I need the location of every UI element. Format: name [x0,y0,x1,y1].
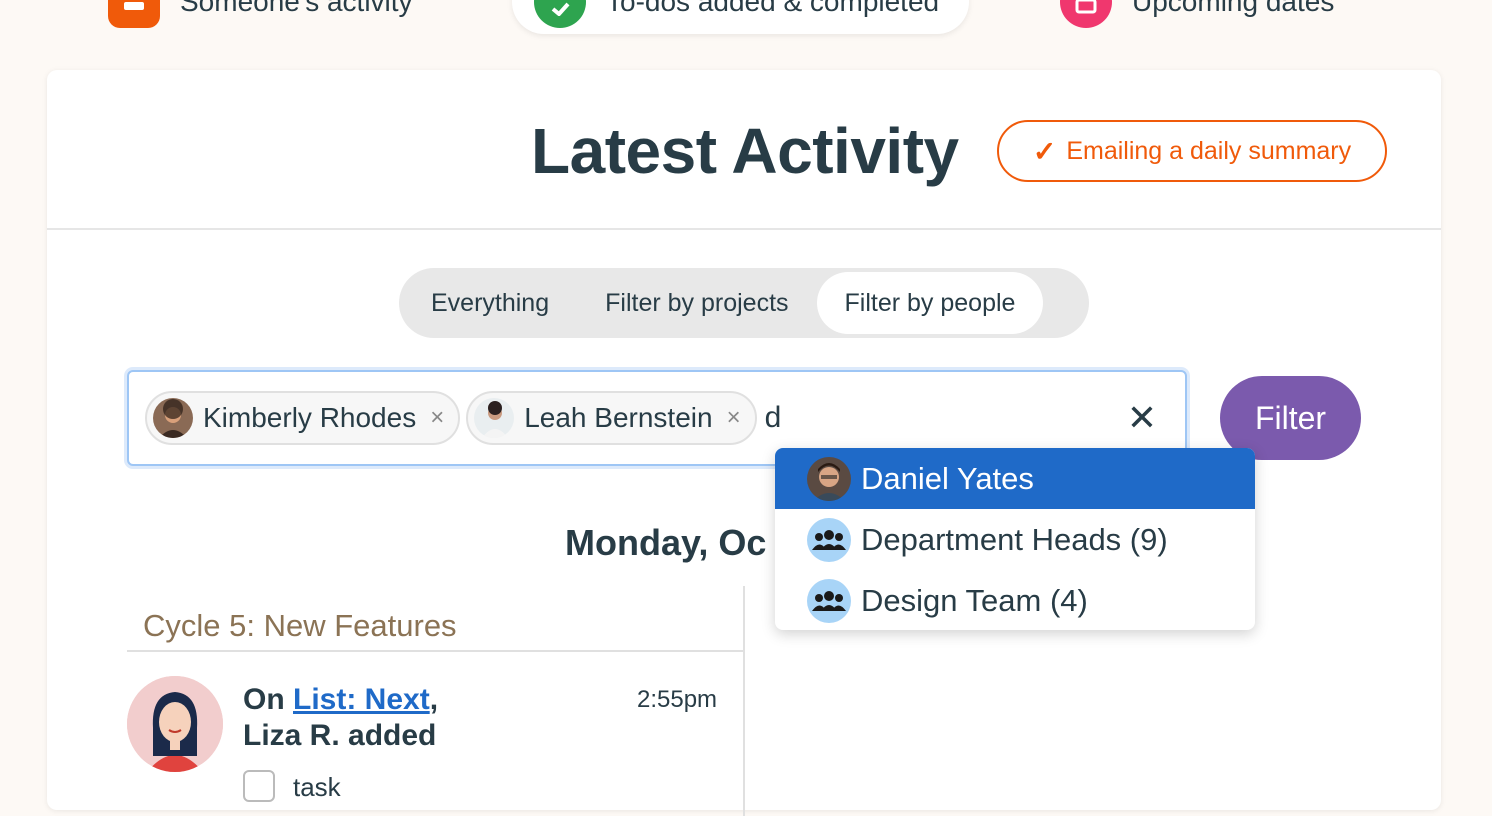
daily-summary-button[interactable]: ✓ Emailing a daily summary [997,120,1387,182]
checkmark-icon: ✓ [1032,135,1057,167]
people-search-text[interactable]: d [765,401,782,435]
group-icon [807,517,851,562]
suggestion-option[interactable]: Daniel Yates [775,448,1255,509]
column-divider [743,586,745,816]
task-label[interactable]: task [293,772,341,803]
entry-actor: Liza R. added [243,719,437,752]
suggestion-option[interactable]: Design Team (4) [775,570,1255,630]
clear-input-icon[interactable]: ✕ [1127,396,1157,440]
nav-item-label: Upcoming dates [1132,0,1335,17]
people-suggestions-dropdown: Daniel Yates Department Heads (9) Design… [775,448,1255,630]
page-title: Latest Activity [531,115,959,187]
remove-token-icon[interactable]: × [727,404,741,432]
avatar [807,456,851,501]
suggestion-label: Design Team (4) [861,582,1088,618]
day-heading: Monday, Oc [565,522,767,563]
list-link[interactable]: List: Next [293,683,430,716]
tab-filter-by-people[interactable]: Filter by people [816,272,1044,334]
tab-filter-by-projects[interactable]: Filter by projects [577,272,816,334]
avatar [474,398,515,438]
project-divider [127,650,744,652]
entry-time: 2:55pm [637,686,718,713]
suggestion-label: Daniel Yates [861,460,1034,496]
tab-everything[interactable]: Everything [403,272,577,334]
calendar-icon [1060,0,1112,28]
entry-suffix: , [429,683,439,716]
nav-item-upcoming-dates[interactable]: Upcoming dates [1060,0,1334,34]
person-icon [108,0,160,28]
activity-nav: Someone's activity To-dos added & comple… [0,0,1492,34]
filter-tabs: Everything Filter by projects Filter by … [399,268,1089,338]
project-name[interactable]: Cycle 5: New Features [143,608,457,644]
remove-token-icon[interactable]: × [430,404,444,432]
person-token-name: Kimberly Rhodes [203,402,417,433]
nav-item-label: To-dos added & completed [606,0,940,17]
card-header: Latest Activity ✓ Emailing a daily summa… [47,70,1441,230]
avatar [127,676,223,772]
person-token: Leah Bernstein × [466,391,757,445]
suggestion-option[interactable]: Department Heads (9) [775,509,1255,570]
activity-entry-text: On List: Next, Liza R. added [243,682,438,754]
avatar [153,398,193,438]
group-icon [807,578,851,623]
daily-summary-label: Emailing a daily summary [1066,136,1352,165]
check-icon [534,0,586,28]
entry-prefix: On [243,683,293,716]
task-checkbox[interactable] [243,770,275,802]
suggestion-label: Department Heads (9) [861,521,1168,557]
person-token: Kimberly Rhodes × [145,391,461,445]
nav-item-todos[interactable]: To-dos added & completed [512,0,970,34]
activity-card: Latest Activity ✓ Emailing a daily summa… [47,70,1441,816]
nav-item-label: Someone's activity [180,0,413,17]
person-token-name: Leah Bernstein [524,402,713,433]
nav-item-someones-activity[interactable]: Someone's activity [108,0,413,34]
